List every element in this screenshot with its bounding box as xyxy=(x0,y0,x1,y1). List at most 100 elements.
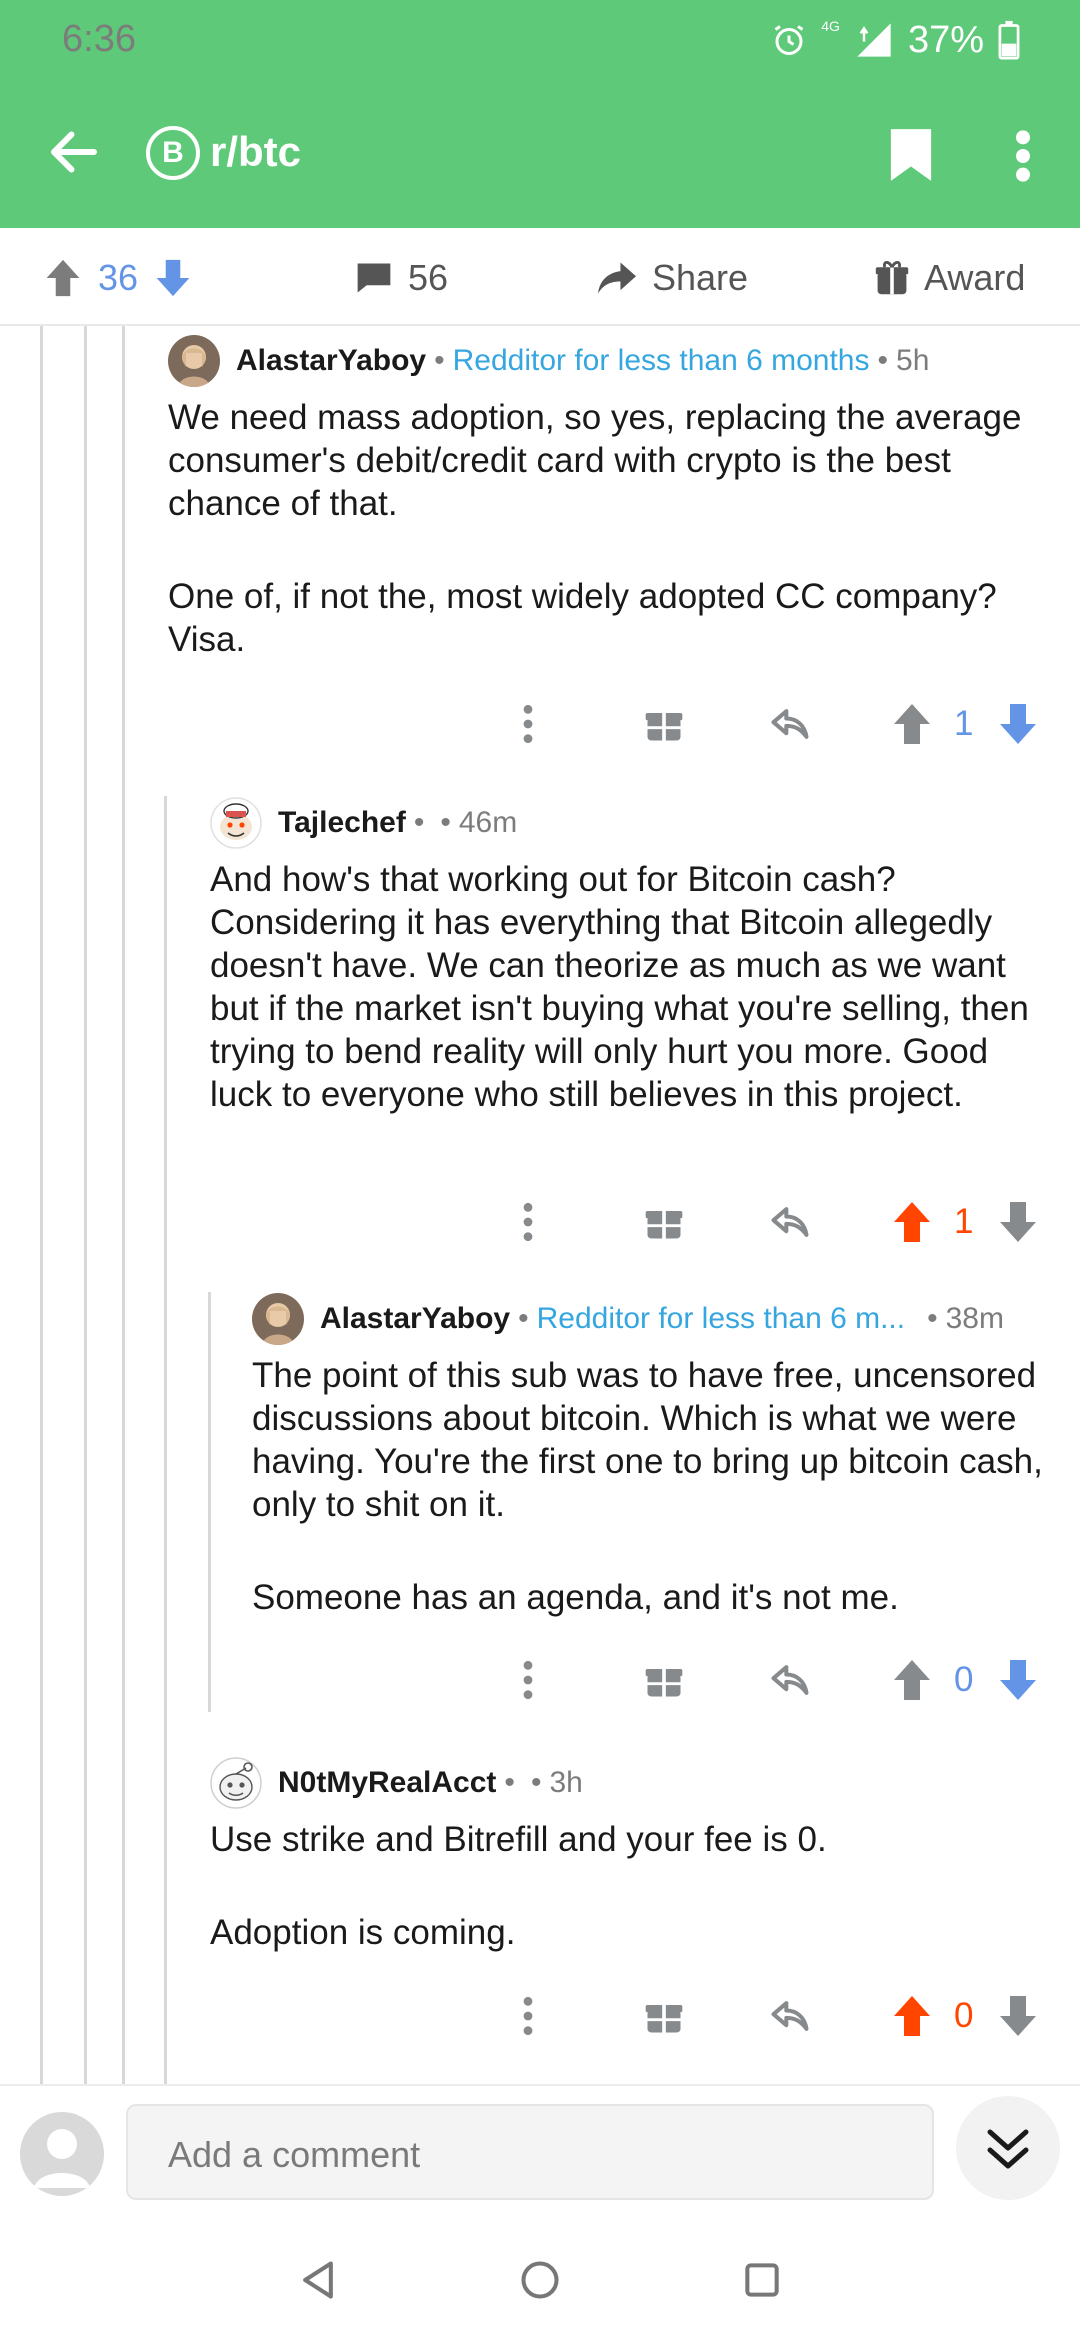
comment-paragraph: Someone has an agenda, and it's not me. xyxy=(252,1578,899,1617)
comment-author[interactable]: AlastarYaboy xyxy=(236,344,426,378)
share-button[interactable]: Share xyxy=(596,256,748,300)
separator-dot: • xyxy=(927,1302,938,1335)
upvote-icon[interactable] xyxy=(890,1994,934,2038)
app-bar: B r/btc xyxy=(0,100,1080,210)
status-bar: 6:36 4G 37% xyxy=(0,0,1080,80)
comment-header: AlastarYaboy • Redditor for less than 6 … xyxy=(168,334,929,388)
top-bar: 6:36 4G 37% B r/btc xyxy=(0,0,1080,228)
downvote-icon[interactable] xyxy=(996,1994,1040,2038)
avatar[interactable] xyxy=(210,797,262,849)
reply-icon[interactable] xyxy=(768,702,812,746)
avatar[interactable] xyxy=(168,335,220,387)
add-comment-input[interactable]: Add a comment xyxy=(126,2104,934,2200)
post-action-bar: 36 56 Share Award xyxy=(0,228,1080,326)
thread-line[interactable] xyxy=(40,326,43,2086)
thread-line[interactable] xyxy=(84,326,87,2086)
comment-author[interactable]: N0tMyRealAcct xyxy=(278,1766,496,1800)
comment-composer: Add a comment xyxy=(0,2084,1080,2216)
reply-icon[interactable] xyxy=(768,1200,812,1244)
more-vert-icon[interactable] xyxy=(506,702,550,746)
comment-time: 46m xyxy=(458,806,518,839)
separator-dot: • xyxy=(518,1302,529,1335)
chevrons-down-icon xyxy=(987,2129,1029,2169)
comment-author[interactable]: AlastarYaboy xyxy=(320,1302,510,1336)
comment-actions: 0 xyxy=(168,1994,1048,2044)
separator-dot: • xyxy=(434,344,445,377)
more-vert-icon[interactable] xyxy=(1008,128,1038,184)
comment-paragraph: We need mass adoption, so yes, replacing… xyxy=(168,398,1022,523)
separator-dot: • xyxy=(530,1766,542,1799)
status-time: 6:36 xyxy=(62,18,136,60)
status-right: 4G 37% xyxy=(771,16,1020,64)
comment-icon xyxy=(357,263,391,293)
post-score: 36 xyxy=(98,257,139,298)
thread-line[interactable] xyxy=(208,1292,211,1712)
comment-score: 0 xyxy=(954,1996,974,2035)
comment[interactable]: N0tMyRealAcct • • 3h Use strike and Bitr… xyxy=(210,1756,1070,2056)
signal-icon xyxy=(857,23,891,57)
comment-body: Use strike and Bitrefill and your fee is… xyxy=(210,1818,1060,1954)
comments-button[interactable]: 56 xyxy=(354,256,448,300)
downvote-icon[interactable] xyxy=(996,1200,1040,1244)
comment[interactable]: AlastarYaboy • Redditor for less than 6 … xyxy=(252,1292,1072,1712)
separator-dot: • xyxy=(877,344,889,377)
downvote-icon[interactable] xyxy=(996,1658,1040,1702)
alarm-icon xyxy=(774,25,804,55)
thread-line[interactable] xyxy=(122,326,125,2086)
comment-score: 1 xyxy=(954,1202,974,1241)
comment-score: 0 xyxy=(954,1660,974,1699)
recents-nav-icon[interactable] xyxy=(740,2258,784,2302)
gift-icon[interactable] xyxy=(642,702,686,746)
upvote-icon[interactable] xyxy=(890,1658,934,1702)
comment-header: AlastarYaboy • Redditor for less than 6 … xyxy=(252,1292,1004,1346)
comment-paragraph: The point of this sub was to have free, … xyxy=(252,1356,1043,1524)
downvote-icon[interactable] xyxy=(154,258,192,298)
home-nav-icon[interactable] xyxy=(518,2258,562,2302)
reply-icon[interactable] xyxy=(768,1658,812,1702)
comment-paragraph: And how's that working out for Bitcoin c… xyxy=(210,860,1029,1114)
reply-icon[interactable] xyxy=(768,1994,812,2038)
separator-dot: • xyxy=(504,1766,515,1799)
comment-author[interactable]: Tajlechef xyxy=(278,806,406,840)
separator-dot: • xyxy=(413,806,425,839)
more-vert-icon[interactable] xyxy=(506,1200,550,1244)
battery-percent: 37% xyxy=(907,18,984,61)
comment-time: 3h xyxy=(549,1766,583,1799)
avatar[interactable] xyxy=(210,1757,262,1809)
bookmark-icon[interactable] xyxy=(888,126,934,184)
avatar[interactable] xyxy=(252,1293,304,1345)
comment[interactable]: AlastarYaboy • Redditor for less than 6 … xyxy=(168,334,1068,754)
comment[interactable]: Tajlechef • • 46m And how's that working… xyxy=(210,796,1070,1256)
comment-paragraph: One of, if not the, most widely adopted … xyxy=(168,577,997,659)
avatar[interactable] xyxy=(20,2112,104,2196)
comment-actions: 1 xyxy=(168,702,1048,752)
award-button[interactable]: Award xyxy=(874,256,1025,300)
gift-icon[interactable] xyxy=(642,1994,686,2038)
upvote-icon[interactable] xyxy=(44,258,82,298)
back-arrow-icon[interactable] xyxy=(44,122,104,182)
more-vert-icon[interactable] xyxy=(506,1658,550,1702)
subreddit-name[interactable]: r/btc xyxy=(210,128,301,176)
comment-header: N0tMyRealAcct • • 3h xyxy=(210,1756,583,1810)
collapse-threads-button[interactable] xyxy=(956,2096,1060,2200)
comment-paragraph: Adoption is coming. xyxy=(210,1913,516,1952)
thread-line[interactable] xyxy=(164,796,167,2086)
bitcoin-icon[interactable]: B xyxy=(146,126,200,180)
upvote-icon[interactable] xyxy=(890,1200,934,1244)
gift-icon[interactable] xyxy=(642,1658,686,1702)
comment-score: 1 xyxy=(954,704,974,743)
comment-body: We need mass adoption, so yes, replacing… xyxy=(168,396,1068,661)
comment-header: Tajlechef • • 46m xyxy=(210,796,517,850)
battery-icon xyxy=(998,20,1020,60)
network-label: 4G xyxy=(821,18,840,34)
more-vert-icon[interactable] xyxy=(506,1994,550,2038)
comment-time: 5h xyxy=(896,344,930,377)
upvote-icon[interactable] xyxy=(890,702,934,746)
back-nav-icon[interactable] xyxy=(296,2258,340,2302)
comment-time: 38m xyxy=(945,1302,1004,1335)
downvote-icon[interactable] xyxy=(996,702,1040,746)
share-label: Share xyxy=(652,257,749,298)
gift-icon[interactable] xyxy=(642,1200,686,1244)
award-label: Award xyxy=(924,257,1026,298)
system-nav-bar xyxy=(0,2216,1080,2340)
